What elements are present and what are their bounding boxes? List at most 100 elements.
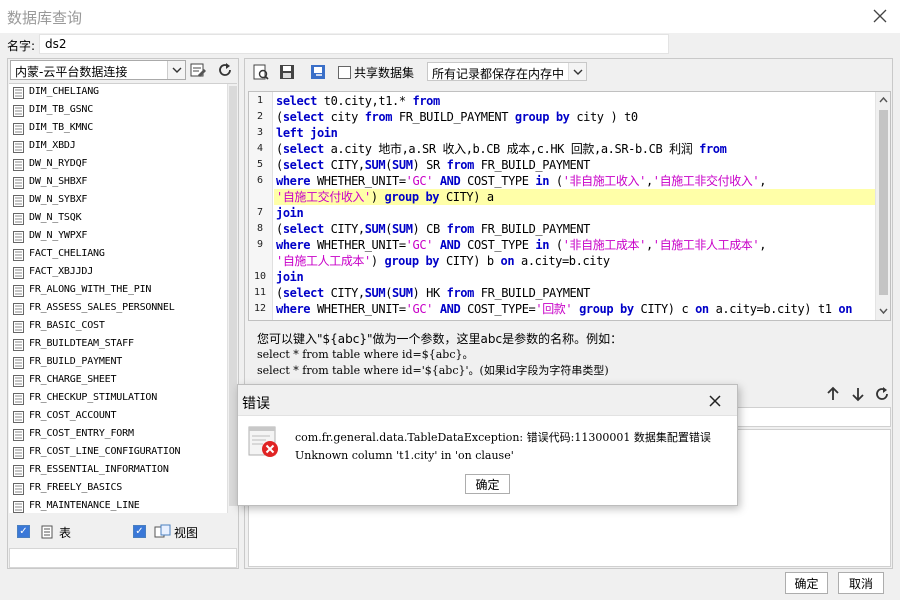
cancel-button[interactable]: 取消 [838, 572, 884, 594]
sql-string: '非自施工成本' [562, 238, 647, 252]
sql-text: CITY) c [633, 302, 696, 316]
name-input[interactable] [39, 34, 669, 54]
table-list-item[interactable]: FR_FREELY_BASICS [9, 480, 237, 498]
hint-example-line: select * from table where id=${abc}。 [257, 348, 474, 361]
table-icon [13, 285, 24, 297]
error-ok-button[interactable]: 确定 [465, 474, 510, 494]
table-icon [13, 249, 24, 261]
chevron-down-icon[interactable] [167, 61, 185, 79]
sql-keyword: group by [579, 302, 634, 316]
table-icon [13, 87, 24, 99]
table-icon [13, 429, 24, 441]
table-list-item[interactable]: FR_BUILD_PAYMENT [9, 354, 237, 372]
refresh-icon[interactable] [874, 385, 891, 403]
table-list-item[interactable]: FR_COST_ENTRY_FORM [9, 426, 237, 444]
preview-icon[interactable] [251, 62, 271, 82]
sql-keyword: from [699, 142, 727, 156]
scroll-up-icon[interactable] [878, 95, 889, 105]
table-list-item[interactable]: FR_BUILDTEAM_STAFF [9, 336, 237, 354]
error-message-line: com.fr.general.data.TableDataException: … [295, 431, 711, 444]
scroll-down-icon[interactable] [878, 306, 889, 316]
sql-text: FR_BUILD_PAYMENT [473, 222, 591, 236]
table-list-item[interactable]: DW_N_YWPXF [9, 228, 237, 246]
table-list-item[interactable]: DW_N_SYBXF [9, 192, 237, 210]
sql-keyword: select [276, 94, 317, 108]
table-list-item[interactable]: FR_ASSESS_SALES_PERSONNEL [9, 300, 237, 318]
sql-keyword: on [695, 302, 709, 316]
sql-text: ) [370, 254, 385, 268]
sql-keyword: where [276, 238, 311, 252]
sql-text: a.city=b.city) t1 [708, 302, 839, 316]
error-dialog: 错误 com.fr.general.data.TableDataExceptio… [237, 384, 738, 506]
code-line: join [276, 269, 304, 285]
table-icon [13, 177, 24, 189]
line-number: 3 [256, 127, 264, 138]
table-list-item[interactable]: FACT_XBJJDJ [9, 264, 237, 282]
table-icon [13, 105, 24, 117]
table-list-item[interactable]: DW_N_TSQK [9, 210, 237, 228]
table-list-item[interactable]: FR_COST_ACCOUNT [9, 408, 237, 426]
table-icon [13, 123, 24, 135]
table-list-item[interactable]: FR_CHARGE_SHEET [9, 372, 237, 390]
sql-text: ( [276, 222, 283, 236]
line-number: 11 [253, 287, 267, 298]
table-list-item[interactable]: FR_BASIC_COST [9, 318, 237, 336]
table-edit-icon[interactable] [188, 60, 208, 80]
sql-text: ) SR [412, 158, 447, 172]
memory-mode-select[interactable]: 所有记录都保存在内存中 [427, 62, 587, 81]
table-name: DW_N_YWPXF [29, 230, 88, 241]
table-list-scrollbar[interactable] [227, 84, 237, 513]
save-icon[interactable] [277, 62, 297, 82]
sql-editor[interactable]: 1 2 3 4 5 6 7 8 9 10 11 12 select t0.city,t1.* from… [248, 91, 891, 321]
sql-text: ( [276, 286, 283, 300]
sql-keyword: AND [439, 238, 461, 252]
sql-string: 'GC' [405, 302, 434, 316]
table-list-item[interactable]: DIM_TB_KMNC [9, 120, 237, 138]
sql-keyword: group by [514, 110, 570, 124]
code-line: (select a.city 地市,a.SR 收入,b.CB 成本,c.HK 回… [276, 141, 727, 157]
sql-string: '自施工非交付收入' [652, 174, 760, 188]
share-dataset-checkbox[interactable] [338, 66, 351, 79]
table-list-item[interactable]: DW_N_RYDQF [9, 156, 237, 174]
table-list-item[interactable]: DIM_CHELIANG [9, 84, 237, 102]
table-icon [13, 321, 24, 333]
sql-keyword: from [446, 222, 475, 236]
table-list-item[interactable]: DW_N_SHBXF [9, 174, 237, 192]
error-message-line: Unknown column 't1.city' in 'on clause' [295, 449, 514, 462]
table-search-input[interactable] [9, 548, 237, 568]
view-filter-checkbox[interactable]: ✓ [133, 525, 146, 538]
table-name: FR_COST_ACCOUNT [29, 410, 117, 421]
close-icon[interactable] [705, 391, 725, 411]
table-list-item[interactable]: FR_MAINTENANCE_LINE [9, 498, 237, 513]
code-line: (select CITY,SUM(SUM) SR from FR_BUILD_P… [276, 157, 590, 173]
table-icon [13, 447, 24, 459]
sql-keyword: where [276, 302, 311, 316]
refresh-icon[interactable] [215, 60, 235, 80]
table-list-item[interactable]: FR_ALONG_WITH_THE_PIN [9, 282, 237, 300]
table-list-item[interactable]: FR_CHECKUP_STIMULATION [9, 390, 237, 408]
table-list-item[interactable]: FR_COST_LINE_CONFIGURATION [9, 444, 237, 462]
arrow-up-icon[interactable] [825, 385, 841, 403]
table-icon [13, 375, 24, 387]
chevron-down-icon[interactable] [568, 63, 586, 80]
table-list-item[interactable]: FR_ESSENTIAL_INFORMATION [9, 462, 237, 480]
view-filter-label: 视图 [174, 526, 199, 540]
table-list-item[interactable]: DIM_TB_GSNC [9, 102, 237, 120]
table-list-item[interactable]: DIM_XBDJ [9, 138, 237, 156]
table-list-item[interactable]: FACT_CHELIANG [9, 246, 237, 264]
import-icon[interactable] [308, 62, 328, 82]
ok-button[interactable]: 确定 [785, 572, 828, 594]
datasource-select[interactable]: 内蒙-云平台数据连接 [10, 60, 186, 80]
close-icon[interactable] [866, 2, 894, 30]
arrow-down-icon[interactable] [850, 385, 866, 403]
sql-text: , [759, 174, 767, 188]
editor-scrollbar[interactable] [875, 92, 890, 320]
table-name: FR_ASSESS_SALES_PERSONNEL [29, 302, 175, 313]
table-icon [13, 483, 24, 495]
code-line: (select CITY,SUM(SUM) HK from FR_BUILD_P… [276, 285, 590, 301]
sql-text: ( [276, 110, 283, 124]
sql-text: ) [370, 190, 385, 204]
table-filter-checkbox[interactable]: ✓ [17, 525, 30, 538]
sql-keyword: on [838, 302, 853, 316]
line-number [249, 189, 271, 205]
